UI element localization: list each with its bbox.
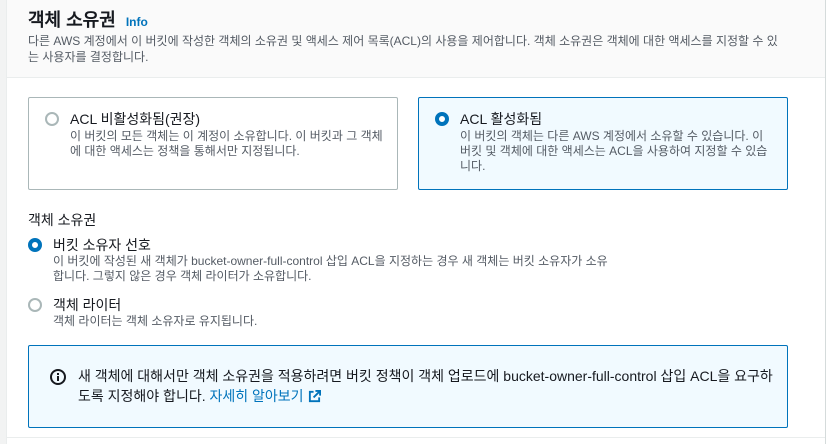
panel-right-border [825, 0, 826, 444]
learn-more-label: 자세히 알아보기 [209, 388, 304, 404]
alert-text: 새 객체에 대해서만 객체 소유권을 적용하려면 버킷 정책이 객체 업로드에 … [78, 368, 773, 404]
object-writer-description: 객체 라이터는 객체 소유자로 유지됩니다. [53, 314, 258, 328]
panel-description: 다른 AWS 계정에서 이 버킷에 작성한 객체의 소유권 및 액세스 제어 목… [28, 34, 778, 64]
info-icon [50, 369, 66, 390]
acl-disabled-radio[interactable] [45, 112, 59, 126]
acl-disabled-description: 이 버킷의 모든 객체는 이 계정이 소유합니다. 이 버킷과 그 객체에 대한… [70, 129, 383, 158]
acl-enabled-label: ACL 활성화됨 [460, 111, 543, 127]
bucket-owner-preferred-label: 버킷 소유자 선호 [53, 237, 151, 253]
alert-message: 새 객체에 대해서만 객체 소유권을 적용하려면 버킷 정책이 객체 업로드에 … [78, 366, 778, 408]
acl-enabled-radio[interactable] [435, 112, 449, 126]
acl-disabled-tile[interactable]: ACL 비활성화됨(권장) 이 버킷의 모든 객체는 이 계정이 소유합니다. … [28, 97, 398, 190]
acl-enabled-description: 이 버킷의 객체는 다른 AWS 계정에서 소유할 수 있습니다. 이 버킷 및… [460, 129, 768, 173]
learn-more-link[interactable]: 자세히 알아보기 [209, 388, 321, 404]
object-writer-radio[interactable] [28, 298, 42, 312]
bucket-owner-preferred-option[interactable]: 버킷 소유자 선호 이 버킷에 작성된 새 객체가 bucket-owner-f… [28, 235, 628, 285]
object-writer-label: 객체 라이터 [53, 297, 122, 313]
object-ownership-panel: 객체 소유권 Info 다른 AWS 계정에서 이 버킷에 작성한 객체의 소유… [6, 0, 830, 444]
panel-header: 객체 소유권 Info 다른 AWS 계정에서 이 버킷에 작성한 객체의 소유… [7, 0, 825, 78]
title-row: 객체 소유권 Info [28, 6, 148, 32]
acl-disabled-label: ACL 비활성화됨(권장) [70, 111, 201, 127]
ownership-section-label: 객체 소유권 [28, 212, 97, 228]
external-link-icon [308, 388, 321, 408]
panel-bottom-divider [7, 437, 825, 438]
acl-enabled-tile[interactable]: ACL 활성화됨 이 버킷의 객체는 다른 AWS 계정에서 소유할 수 있습니… [418, 97, 788, 190]
info-link[interactable]: Info [126, 15, 148, 29]
object-writer-option[interactable]: 객체 라이터 객체 라이터는 객체 소유자로 유지됩니다. [28, 295, 628, 331]
panel-title: 객체 소유권 [28, 10, 116, 30]
bucket-owner-preferred-description: 이 버킷에 작성된 새 객체가 bucket-owner-full-contro… [53, 254, 608, 283]
bucket-owner-preferred-radio[interactable] [28, 238, 42, 252]
info-alert: 새 객체에 대해서만 객체 소유권을 적용하려면 버킷 정책이 객체 업로드에 … [28, 345, 788, 428]
